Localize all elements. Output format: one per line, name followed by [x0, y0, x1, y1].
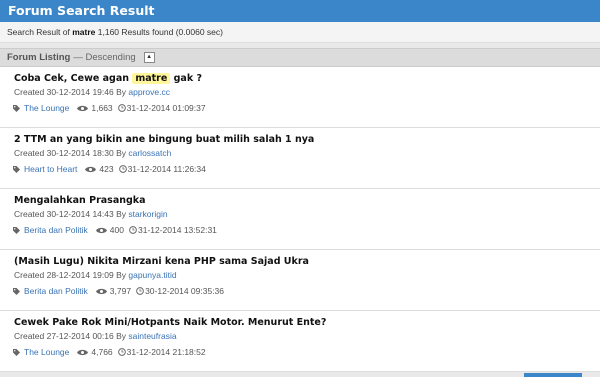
category-link[interactable]: Berita dan Politik — [24, 225, 88, 235]
tag-icon — [13, 348, 20, 356]
result-list: Coba Cek, Cewe agan matre gak ? Created … — [0, 67, 600, 372]
thread-title-link[interactable]: 2 TTM an yang bikin ane bingung buat mil… — [14, 134, 314, 145]
view-count: 1,663 — [91, 103, 113, 113]
thread-title-link[interactable]: Mengalahkan Prasangka — [14, 195, 146, 206]
title-text[interactable]: 2 TTM an yang bikin ane bingung buat mil… — [14, 134, 314, 145]
thread-meta: The Lounge 1,663 31-12-2014 01:09:37 — [13, 103, 206, 113]
category-link[interactable]: Heart to Heart — [24, 164, 77, 174]
created-info: Created 28-12-2014 19:09 By gapunya.titi… — [14, 270, 177, 280]
clock-icon — [129, 226, 137, 234]
thread-meta: Heart to Heart 423 31-12-2014 11:26:34 — [13, 164, 206, 174]
clock-icon — [117, 104, 126, 112]
created-text: Created 30-12-2014 19:46 By — [14, 87, 126, 97]
tag-icon — [13, 165, 20, 173]
title-text[interactable]: Cewek Pake Rok Mini/Hotpants Naik Motor.… — [14, 317, 326, 328]
created-info: Created 30-12-2014 18:30 By carlossatch — [14, 148, 171, 158]
list-item: Cewek Pake Rok Mini/Hotpants Naik Motor.… — [0, 311, 600, 372]
clock-icon — [117, 348, 126, 356]
created-text: Created 30-12-2014 14:43 By — [14, 209, 126, 219]
category-link[interactable]: The Lounge — [24, 347, 69, 357]
sort-toggle-button[interactable]: ▲ — [143, 52, 155, 63]
last-post-time: 31-12-2014 21:18:52 — [126, 347, 206, 357]
last-post-time: 31-12-2014 11:26:34 — [127, 164, 206, 174]
author-link[interactable]: approve.cc — [128, 87, 170, 97]
created-text: Created 30-12-2014 18:30 By — [14, 148, 126, 158]
search-query: matre — [72, 27, 96, 37]
created-info: Created 30-12-2014 19:46 By approve.cc — [14, 87, 170, 97]
title-text[interactable]: Mengalahkan Prasangka — [14, 195, 146, 206]
category-link[interactable]: Berita dan Politik — [24, 286, 88, 296]
last-post-time: 31-12-2014 01:09:37 — [126, 103, 206, 113]
clock-icon — [136, 287, 144, 295]
page-title: Forum Search Result — [0, 0, 600, 22]
category-link[interactable]: The Lounge — [24, 103, 69, 113]
pagination-button[interactable] — [524, 373, 582, 377]
view-count: 400 — [109, 225, 124, 235]
author-link[interactable]: sainteufrasia — [128, 331, 176, 341]
created-info: Created 30-12-2014 14:43 By starkorigin — [14, 209, 168, 219]
list-item: (Masih Lugu) Nikita Mirzani kena PHP sam… — [0, 250, 600, 311]
view-count: 4,766 — [91, 347, 113, 357]
last-post-time: 30-12-2014 09:35:36 — [145, 286, 225, 296]
list-item: Mengalahkan Prasangka Created 30-12-2014… — [0, 189, 600, 250]
title-text[interactable]: Coba Cek, Cewe agan — [14, 73, 132, 84]
title-text[interactable]: gak ? — [170, 73, 202, 84]
search-summary: Search Result of matre 1,160 Results fou… — [0, 22, 600, 43]
author-link[interactable]: starkorigin — [128, 209, 167, 219]
eye-icon — [77, 105, 89, 111]
thread-title-link[interactable]: Cewek Pake Rok Mini/Hotpants Naik Motor.… — [14, 317, 326, 328]
result-count: 1,160 Results found (0.0060 sec) — [97, 27, 223, 37]
eye-icon — [77, 349, 89, 355]
thread-title-link[interactable]: Coba Cek, Cewe agan matre gak ? — [14, 73, 202, 84]
thread-meta: Berita dan Politik 3,797 30-12-2014 09:3… — [13, 286, 224, 296]
clock-icon — [118, 165, 127, 173]
created-info: Created 27-12-2014 00:16 By sainteufrasi… — [14, 331, 177, 341]
author-link[interactable]: carlossatch — [128, 148, 171, 158]
created-text: Created 27-12-2014 00:16 By — [14, 331, 126, 341]
list-item: Coba Cek, Cewe agan matre gak ? Created … — [0, 67, 600, 128]
thread-meta: Berita dan Politik 400 31-12-2014 13:52:… — [13, 225, 217, 235]
tag-icon — [13, 104, 20, 112]
eye-icon — [85, 166, 97, 172]
thread-meta: The Lounge 4,766 31-12-2014 21:18:52 — [13, 347, 206, 357]
list-item: 2 TTM an yang bikin ane bingung buat mil… — [0, 128, 600, 189]
created-text: Created 28-12-2014 19:09 By — [14, 270, 126, 280]
author-link[interactable]: gapunya.titid — [128, 270, 176, 280]
tag-icon — [13, 287, 20, 295]
eye-icon — [95, 227, 107, 233]
last-post-time: 31-12-2014 13:52:31 — [137, 225, 217, 235]
view-count: 3,797 — [109, 286, 132, 296]
summary-prefix: Search Result of — [7, 27, 70, 37]
forum-listing-header: Forum Listing — Descending ▲ — [0, 48, 600, 67]
search-highlight[interactable]: matre — [132, 73, 171, 84]
eye-icon — [95, 288, 107, 294]
view-count: 423 — [99, 164, 114, 174]
listing-label: Forum Listing — [7, 52, 71, 63]
title-text[interactable]: (Masih Lugu) Nikita Mirzani kena PHP sam… — [14, 256, 309, 267]
thread-title-link[interactable]: (Masih Lugu) Nikita Mirzani kena PHP sam… — [14, 256, 309, 267]
sort-order-label: — Descending — [73, 52, 136, 63]
tag-icon — [13, 226, 20, 234]
